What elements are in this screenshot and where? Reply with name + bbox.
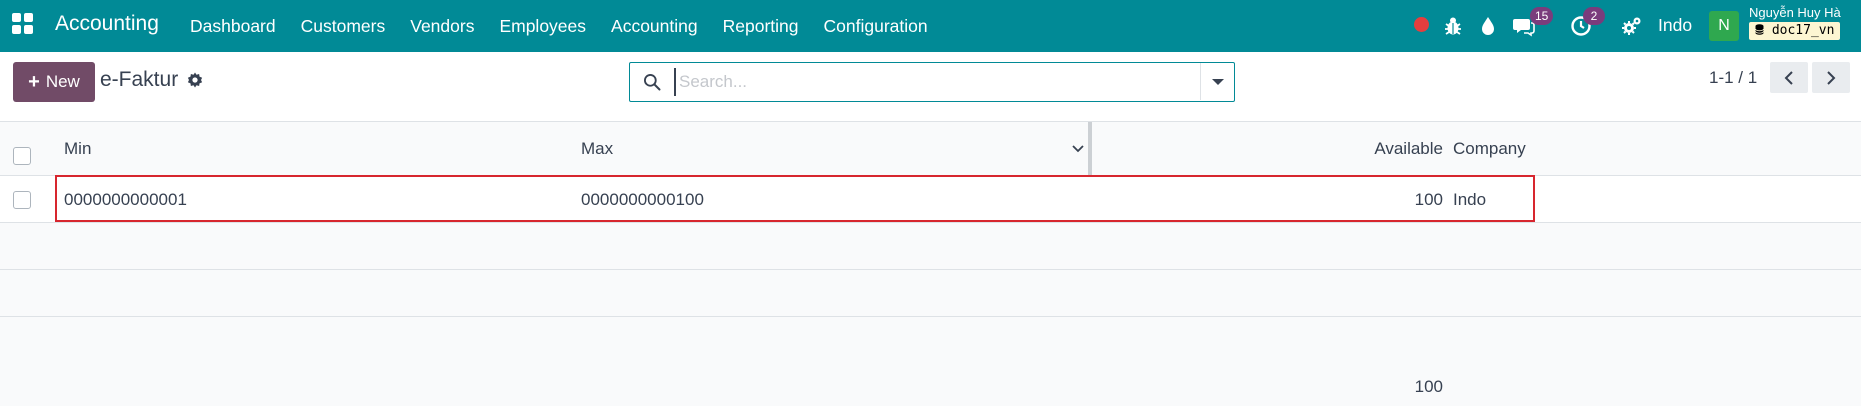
chevron-left-icon (1784, 70, 1793, 85)
menu-customers[interactable]: Customers (301, 16, 386, 37)
app-name[interactable]: Accounting (55, 12, 159, 36)
column-header-available[interactable]: Available (1300, 139, 1443, 159)
avatar[interactable]: N (1709, 11, 1739, 41)
new-button[interactable]: + New (13, 62, 95, 102)
database-name: doc17_vn (1771, 23, 1835, 38)
pager-next-button[interactable] (1812, 62, 1850, 93)
search-icon[interactable] (642, 72, 662, 92)
pager-previous-button[interactable] (1770, 62, 1808, 93)
menu-dashboard[interactable]: Dashboard (190, 16, 276, 37)
search-input[interactable] (674, 68, 1174, 96)
column-header-min[interactable]: Min (64, 139, 91, 159)
menu-configuration[interactable]: Configuration (824, 16, 928, 37)
new-button-label: New (45, 72, 80, 91)
user-name[interactable]: Nguyễn Huy Hà (1749, 5, 1841, 20)
top-navbar: Accounting Dashboard Customers Vendors E… (0, 0, 1861, 52)
caret-down-icon (1211, 78, 1224, 85)
breadcrumb: e-Faktur (100, 68, 179, 91)
column-resize-handle[interactable] (1088, 122, 1092, 176)
empty-row (0, 223, 1861, 270)
messages-count-badge: 15 (1530, 7, 1554, 25)
pager-value[interactable]: 1-1 / 1 (1709, 68, 1757, 88)
database-icon (1755, 24, 1764, 35)
empty-row (0, 270, 1861, 317)
company-switcher[interactable]: Indo (1658, 15, 1692, 36)
control-panel: + New e-Faktur 1-1 / 1 (0, 52, 1861, 122)
table-header: Min Max Available Company (0, 122, 1861, 176)
search-bar (629, 62, 1235, 102)
total-available: 100 (1414, 377, 1443, 396)
row-highlight-box (55, 175, 1535, 222)
column-header-company[interactable]: Company (1453, 139, 1526, 159)
chevron-down-icon[interactable] (1071, 142, 1085, 156)
database-label: doc17_vn (1749, 22, 1841, 40)
plus-icon: + (28, 71, 40, 93)
chevron-right-icon (1827, 70, 1836, 85)
apps-grid-icon[interactable] (12, 13, 34, 35)
gear-icon[interactable] (186, 71, 204, 89)
column-header-max[interactable]: Max (581, 139, 613, 159)
menu-vendors[interactable]: Vendors (410, 16, 474, 37)
row-checkbox[interactable] (13, 191, 31, 209)
menu-reporting[interactable]: Reporting (723, 16, 799, 37)
search-options-toggle[interactable] (1200, 63, 1234, 100)
menu-employees[interactable]: Employees (499, 16, 586, 37)
list-view: Min Max Available Company 0000000000001 … (0, 122, 1861, 406)
record-dot-icon[interactable] (1414, 17, 1429, 32)
droplet-icon[interactable] (1476, 14, 1500, 38)
bug-icon[interactable] (1441, 14, 1465, 38)
settings-gears-icon[interactable] (1620, 14, 1644, 38)
activities-count-badge: 2 (1583, 7, 1605, 25)
select-all-checkbox[interactable] (13, 147, 31, 165)
main-menu: Dashboard Customers Vendors Employees Ac… (190, 0, 953, 52)
menu-accounting[interactable]: Accounting (611, 16, 698, 37)
